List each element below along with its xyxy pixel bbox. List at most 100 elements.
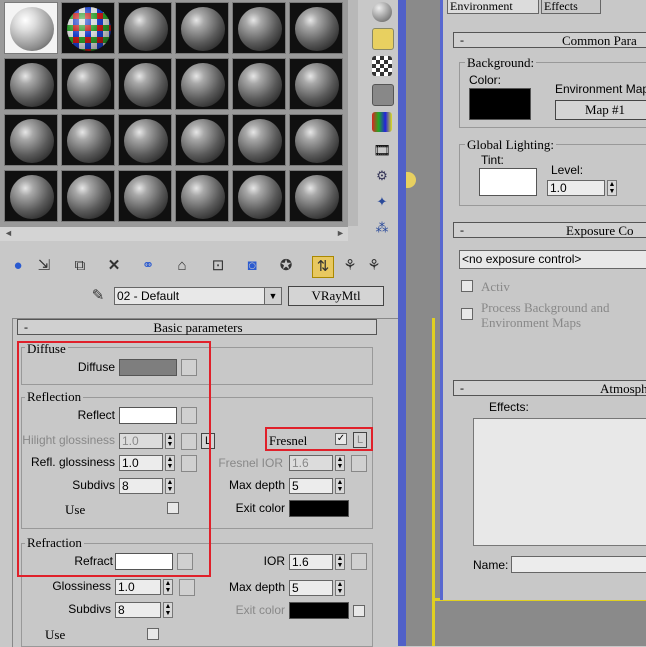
slots-vertical-scrollbar[interactable] — [348, 0, 358, 226]
sample-slot[interactable] — [118, 58, 172, 110]
glossiness-spinner[interactable]: ▲ ▼ — [163, 579, 173, 595]
refr-subdivs-spinner[interactable]: ▲ ▼ — [163, 602, 173, 618]
material-navigator-icon[interactable]: ⁂ — [372, 218, 392, 238]
sample-slot[interactable] — [232, 114, 286, 166]
sample-slot[interactable] — [289, 170, 343, 222]
video-color-check-icon[interactable] — [372, 112, 392, 132]
sample-slot[interactable] — [4, 170, 58, 222]
environment-dialog: Environment Effects - Common Para Backgr… — [440, 0, 646, 600]
refr-max-depth-spinner[interactable]: ▲ ▼ — [335, 580, 345, 596]
collapse-icon[interactable]: - — [460, 223, 464, 238]
sample-slot[interactable] — [61, 114, 115, 166]
material-sphere-preview — [238, 175, 282, 219]
sample-slot[interactable] — [61, 58, 115, 110]
ior-spinner[interactable]: ▲ ▼ — [335, 554, 345, 570]
collapse-icon[interactable]: - — [460, 33, 464, 48]
go-sibling-icon[interactable]: ⚘ — [340, 256, 360, 276]
fresnel-ior-input[interactable]: 1.6 — [289, 455, 333, 471]
sample-slot[interactable] — [232, 58, 286, 110]
sample-slot[interactable] — [175, 170, 229, 222]
checker-background-icon[interactable] — [372, 56, 392, 76]
sample-slot[interactable] — [61, 2, 115, 54]
sample-slot[interactable] — [4, 2, 58, 54]
fresnel-ior-spinner[interactable]: ▲ ▼ — [335, 455, 345, 471]
sample-slot[interactable] — [118, 2, 172, 54]
make-unique-icon[interactable]: ⚭ — [138, 256, 158, 276]
refl-max-depth-input[interactable]: 5 — [289, 478, 333, 494]
options-icon[interactable]: ⚙ — [372, 166, 392, 186]
slots-horizontal-scrollbar[interactable]: ◄ ► — [0, 226, 348, 241]
tint-color-swatch[interactable] — [479, 168, 537, 196]
scroll-right-icon[interactable]: ► — [336, 228, 345, 238]
glossiness-input[interactable]: 1.0 — [115, 579, 161, 595]
effects-list[interactable] — [473, 418, 646, 546]
chevron-down-icon[interactable]: ▼ — [264, 288, 281, 304]
panel-divider[interactable] — [398, 0, 406, 646]
ior-label: IOR — [263, 554, 285, 568]
sample-slot[interactable] — [175, 2, 229, 54]
exposure-control-dropdown[interactable]: <no exposure control> — [459, 250, 646, 269]
name-input[interactable] — [511, 556, 646, 573]
show-end-result-icon[interactable]: ✪ — [276, 256, 296, 276]
delete-icon[interactable]: ✕ — [104, 256, 124, 276]
tab-effects[interactable]: Effects — [541, 0, 601, 14]
put-to-library-icon[interactable]: ⌂ — [172, 256, 192, 276]
fresnel-ior-map-button[interactable] — [351, 455, 367, 472]
sample-slot[interactable] — [118, 114, 172, 166]
sample-slot[interactable] — [4, 114, 58, 166]
atmosphere-header[interactable]: - Atmosphe — [453, 380, 646, 396]
sample-slot[interactable] — [232, 170, 286, 222]
refr-exit-color-swatch[interactable] — [289, 602, 349, 619]
ior-map-button[interactable] — [351, 553, 367, 570]
ior-input[interactable]: 1.6 — [289, 554, 333, 570]
material-name-dropdown[interactable]: 02 - Default ▼ — [114, 287, 282, 305]
refr-subdivs-input[interactable]: 8 — [115, 602, 161, 618]
sample-uv-icon[interactable] — [372, 84, 394, 106]
sample-slot[interactable] — [289, 2, 343, 54]
refr-use-checkbox[interactable] — [147, 628, 159, 640]
sample-slot[interactable] — [232, 2, 286, 54]
sample-slot[interactable] — [61, 170, 115, 222]
sample-slot[interactable] — [4, 58, 58, 110]
sample-slot[interactable] — [175, 114, 229, 166]
refl-exit-color-swatch[interactable] — [289, 500, 349, 517]
material-type-button[interactable]: VRayMtl — [288, 286, 384, 306]
exposure-header[interactable]: - Exposure Co — [453, 222, 646, 238]
material-toolbar: ● ⇲ ⧉ ✕ ⚭ ⌂ ⊡ ◙ ✪ ⇅ ⚘ ⚘ — [0, 252, 398, 280]
get-material-icon[interactable]: ● — [8, 256, 28, 276]
rollout-header[interactable]: - Basic parameters — [17, 319, 377, 335]
pick-material-icon[interactable]: ✎ — [88, 286, 108, 306]
sample-type-icon[interactable] — [372, 2, 392, 22]
backlight-icon[interactable] — [372, 28, 394, 50]
select-by-material-icon[interactable]: ✦ — [372, 192, 392, 212]
go-to-parent-icon[interactable]: ⇅ — [312, 256, 334, 278]
common-params-header[interactable]: - Common Para — [453, 32, 646, 48]
go-forward-icon[interactable]: ⚘ — [364, 256, 384, 276]
refr-max-depth-label: Max depth — [228, 580, 285, 594]
collapse-icon[interactable]: - — [460, 381, 464, 396]
sample-slot[interactable] — [289, 114, 343, 166]
refr-max-depth-input[interactable]: 5 — [289, 580, 333, 596]
scroll-left-icon[interactable]: ◄ — [4, 228, 13, 238]
sample-slot[interactable] — [289, 58, 343, 110]
process-background-checkbox[interactable] — [461, 308, 473, 320]
material-editor: ◄ ► 🎞 ⚙ ✦ ⁂ ● ⇲ ⧉ ✕ ⚭ ⌂ ⊡ ◙ ✪ ⇅ ⚘ ⚘ ✎ 02… — [0, 0, 399, 647]
make-preview-icon[interactable]: 🎞 — [372, 140, 392, 160]
glossiness-map-button[interactable] — [179, 579, 195, 596]
sample-slot[interactable] — [118, 170, 172, 222]
refr-exit-color-checkbox[interactable] — [353, 605, 365, 617]
level-input[interactable]: 1.0 — [547, 180, 605, 196]
atmosphere-title: Atmosphe — [600, 381, 646, 396]
environment-map-button[interactable]: Map #1 — [555, 100, 646, 120]
show-map-icon[interactable]: ◙ — [242, 256, 262, 276]
assign-material-icon[interactable]: ⧉ — [70, 256, 90, 276]
background-color-swatch[interactable] — [469, 88, 531, 120]
tab-environment[interactable]: Environment — [447, 0, 539, 14]
active-checkbox[interactable] — [461, 280, 473, 292]
level-spinner[interactable]: ▲ ▼ — [607, 180, 617, 196]
material-sphere-preview — [67, 7, 111, 51]
material-effects-icon[interactable]: ⊡ — [208, 256, 228, 276]
refl-max-depth-spinner[interactable]: ▲ ▼ — [335, 478, 345, 494]
sample-slot[interactable] — [175, 58, 229, 110]
put-to-scene-icon[interactable]: ⇲ — [34, 256, 54, 276]
